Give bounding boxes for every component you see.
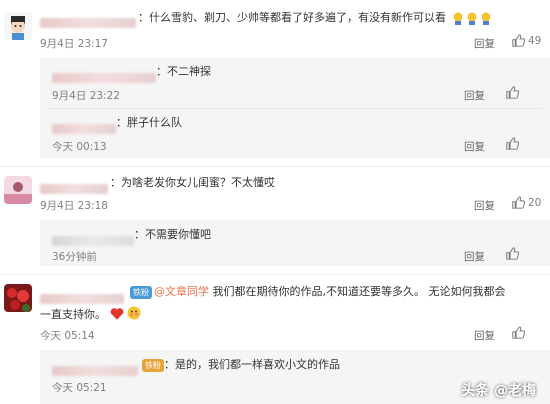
fan-badge: 铁粉	[130, 286, 152, 299]
avatar[interactable]	[4, 176, 32, 204]
username[interactable]	[40, 288, 124, 307]
reply-text: ：不需要你懂吧	[134, 228, 211, 241]
like-count: 20	[528, 196, 542, 209]
divider	[0, 166, 550, 167]
like-button[interactable]	[506, 86, 519, 99]
reply-text: ：胖子什么队	[116, 116, 182, 129]
reply-button[interactable]: 回复	[474, 328, 495, 343]
comment-time: 今天 05:14	[40, 330, 95, 342]
mention-link[interactable]: @文章同学	[154, 285, 209, 298]
comment-text: ：什么雪豹、剃刀、少帅等都看了好多遍了，有没有新作可以看	[138, 11, 492, 25]
avatar[interactable]	[4, 284, 32, 312]
avatar-photo-icon	[4, 176, 32, 204]
like-button[interactable]	[506, 247, 519, 260]
heart-icon	[110, 307, 124, 324]
thumbs-up-icon	[512, 326, 525, 339]
emoji-icon	[466, 12, 478, 25]
thumbs-up-icon	[506, 137, 519, 150]
reply-box: ：不需要你懂吧 36分钟前 回复	[40, 220, 550, 266]
watermark: 头条 @老梅	[461, 383, 536, 399]
divider	[48, 108, 542, 109]
emoji-icon	[480, 12, 492, 25]
avatar-cartoon-icon	[4, 12, 32, 40]
username[interactable]	[40, 178, 108, 197]
thumbs-up-icon	[512, 196, 525, 209]
avatar[interactable]	[4, 12, 32, 40]
reply-button[interactable]: 回复	[474, 36, 495, 51]
avatar-flowers-icon	[4, 284, 32, 312]
like-button[interactable]	[506, 137, 519, 150]
reply-text: ：不二神探	[156, 65, 211, 78]
reply-username[interactable]	[52, 230, 134, 249]
reply-button[interactable]: 回复	[474, 198, 495, 213]
divider	[0, 274, 550, 275]
comment-time: 9月4日 23:17	[40, 38, 108, 50]
comment-text-line2: 一直支持你。	[40, 306, 141, 324]
reply-time: 今天 05:21	[52, 382, 107, 394]
emoji-icon	[452, 12, 464, 25]
reply-button[interactable]: 回复	[464, 249, 485, 264]
reply-username[interactable]	[52, 67, 156, 86]
like-button[interactable]: 20	[512, 196, 541, 209]
reply-text: ：是的，我们都一样喜欢小文的作品	[164, 358, 340, 371]
like-button[interactable]: 49	[512, 34, 541, 47]
comment-time: 9月4日 23:18	[40, 200, 108, 212]
like-button[interactable]	[512, 326, 525, 339]
thumbs-up-icon	[506, 86, 519, 99]
reply-username[interactable]	[52, 118, 116, 137]
username[interactable]	[40, 12, 136, 31]
reply-box: ：不二神探 9月4日 23:22 回复 ：胖子什么队 今天 00:13 回复	[40, 58, 550, 158]
reply-username[interactable]	[52, 360, 138, 379]
reply-button[interactable]: 回复	[464, 88, 485, 103]
reply-time: 9月4日 23:22	[52, 90, 120, 102]
comment-text: ：为啥老发你女儿闺蜜？不太懂哎	[110, 176, 275, 189]
thumbs-up-icon	[512, 34, 525, 47]
fan-badge: 铁粉	[142, 359, 164, 372]
reply-button[interactable]: 回复	[464, 139, 485, 154]
reply-time: 今天 00:13	[52, 141, 107, 153]
blush-emoji-icon	[127, 306, 141, 324]
reply-time: 36分钟前	[52, 251, 97, 263]
comment-text: @文章同学 我们都在期待你的作品,不知道还要等多久。 无论如何我都会	[154, 285, 506, 298]
thumbs-up-icon	[506, 247, 519, 260]
like-count: 49	[528, 34, 542, 47]
